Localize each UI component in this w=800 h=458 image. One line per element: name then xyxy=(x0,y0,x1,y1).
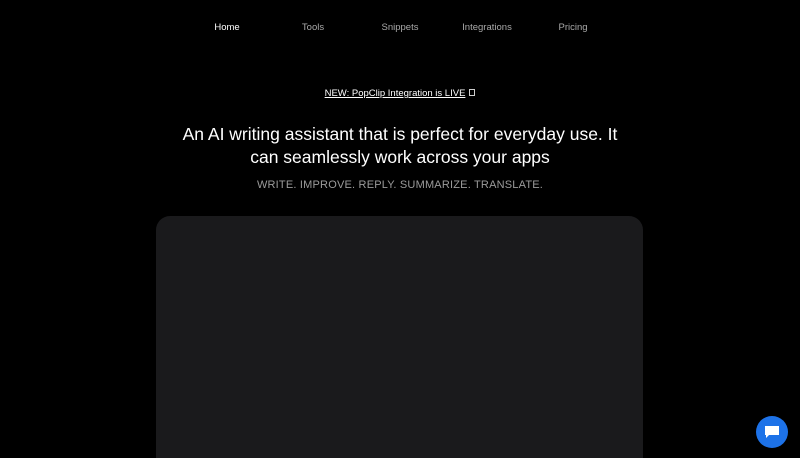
hero-headline: An AI writing assistant that is perfect … xyxy=(182,124,618,167)
announcement-banner: NEW: PopClip Integration is LIVE xyxy=(0,88,800,100)
announcement-link[interactable]: NEW: PopClip Integration is LIVE xyxy=(325,88,466,99)
chat-bubble-icon xyxy=(765,426,779,438)
chat-launcher-button[interactable] xyxy=(756,416,788,448)
nav-item-pricing[interactable]: Pricing xyxy=(558,22,587,34)
external-link-icon xyxy=(469,89,476,96)
nav-item-snippets[interactable]: Snippets xyxy=(382,22,419,34)
nav-item-tools[interactable]: Tools xyxy=(302,22,324,34)
announcement-text: NEW: PopClip Integration is LIVE xyxy=(324,88,466,99)
top-nav: Home Tools Snippets Integrations Pricing xyxy=(0,0,800,56)
hero-tagline: WRITE. IMPROVE. REPLY. SUMMARIZE. TRANSL… xyxy=(256,179,544,191)
page: Home Tools Snippets Integrations Pricing… xyxy=(0,0,800,458)
demo-video-panel xyxy=(156,216,643,458)
nav-item-integrations[interactable]: Integrations xyxy=(462,22,512,34)
nav-item-home[interactable]: Home xyxy=(214,22,239,34)
